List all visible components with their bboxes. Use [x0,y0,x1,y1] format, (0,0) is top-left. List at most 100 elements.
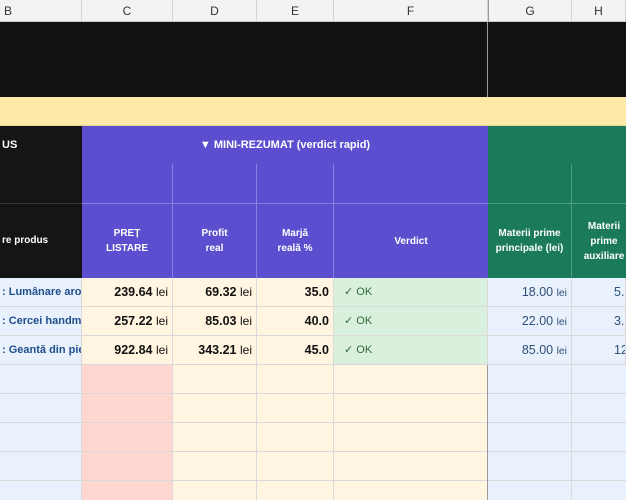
materii-value: 18.00 [521,285,554,299]
verdict-ok: ✓ OK [344,315,373,327]
blank-purple-cell[interactable] [82,164,173,204]
frozen-pane-divider [487,365,488,500]
section-label-cell[interactable]: US [0,126,82,164]
profit-cell[interactable]: 69.32 lei [173,278,257,307]
header-marja-reala[interactable]: Marjă reală % [257,204,334,278]
currency-label: lei [556,317,567,328]
margin-cell[interactable]: 35.0 [257,278,334,307]
currency-label: lei [155,285,168,299]
header-product-label: re produs [2,235,49,246]
product-name: : Lumânare aror [2,286,82,298]
header-verdict[interactable]: Verdict [334,204,488,278]
margin-value: 40.0 [304,314,329,328]
mini-rezumat-label: ▼ MINI-REZUMAT (verdict rapid) [199,139,371,151]
materii-cell[interactable]: 22.00 lei [488,307,572,336]
header-profit-real[interactable]: Profit real [173,204,257,278]
header-profit-real-label: Profit real [201,228,228,254]
mini-rezumat-header[interactable]: ▼ MINI-REZUMAT (verdict rapid) [82,126,488,164]
empty-rows-area[interactable] [0,365,626,500]
price-value: 239.64 [114,285,153,299]
title-band [0,22,626,97]
price-cell[interactable]: 257.22 lei [82,307,173,336]
grid-line [81,365,82,500]
blank-green-cell[interactable] [572,164,626,204]
currency-label: lei [556,346,567,357]
column-header-d[interactable]: D [173,0,257,22]
profit-value: 343.21 [198,343,237,357]
currency-label: lei [239,343,252,357]
verdict-cell[interactable]: ✓ OK [334,336,488,365]
header-materii-principale-label: Materii prime principale (lei) [495,228,564,254]
verdict-cell[interactable]: ✓ OK [334,278,488,307]
margin-cell[interactable]: 40.0 [257,307,334,336]
grid-line [172,365,173,500]
subtitle-band [0,97,626,126]
blank-dark-cell[interactable] [0,164,82,204]
green-section-header[interactable] [488,126,626,164]
column-header-label: E [290,3,299,18]
aux-cell[interactable]: 5. [572,278,626,307]
column-header-label: G [525,3,535,18]
column-header-label: D [210,3,219,18]
column-header-label: F [406,3,415,18]
header-materii-prime-auxiliare[interactable]: Materii prime auxiliare [572,204,626,278]
aux-value: 3. [614,314,625,328]
section-label: US [2,139,18,151]
column-header-c[interactable]: C [82,0,173,22]
column-header-g[interactable]: G [488,0,572,22]
table-row-product[interactable]: : Cercei handma [0,307,82,336]
blank-green-cell[interactable] [488,164,572,204]
currency-label: lei [556,288,567,299]
margin-value: 45.0 [304,343,329,357]
verdict-cell[interactable]: ✓ OK [334,307,488,336]
price-value: 922.84 [114,343,153,357]
blank-purple-cell[interactable] [334,164,488,204]
product-name: : Geantă din pie [2,344,82,356]
header-verdict-label: Verdict [394,235,428,247]
column-header-b[interactable]: B [0,0,82,22]
aux-cell[interactable]: 3. [572,307,626,336]
verdict-ok: ✓ OK [344,286,373,298]
table-row-product[interactable]: : Lumânare aror [0,278,82,307]
blank-purple-cell[interactable] [257,164,334,204]
materii-cell[interactable]: 85.00 lei [488,336,572,365]
blank-purple-cell[interactable] [173,164,257,204]
aux-cell[interactable]: 12. [572,336,626,365]
header-pret-listare[interactable]: PREȚ LISTARE [82,204,173,278]
price-cell[interactable]: 922.84 lei [82,336,173,365]
profit-value: 69.32 [205,285,237,299]
currency-label: lei [155,343,168,357]
aux-value: 12. [614,343,625,357]
materii-value: 22.00 [521,314,554,328]
column-header-f[interactable]: F [334,0,488,22]
header-materii-auxiliare-label: Materii prime auxiliare [583,220,625,262]
margin-cell[interactable]: 45.0 [257,336,334,365]
grid-line [256,365,257,500]
verdict-ok: ✓ OK [344,344,373,356]
profit-cell[interactable]: 343.21 lei [173,336,257,365]
margin-value: 35.0 [304,285,329,299]
price-cell[interactable]: 239.64 lei [82,278,173,307]
materii-value: 85.00 [521,343,554,357]
grid-line [333,365,334,500]
grid-line [571,365,572,500]
price-value: 257.22 [114,314,153,328]
table-row-product[interactable]: : Geantă din pie [0,336,82,365]
product-name: : Cercei handma [2,315,82,327]
profit-cell[interactable]: 85.03 lei [173,307,257,336]
header-marja-reala-label: Marjă reală % [277,228,313,254]
column-header-h[interactable]: H [572,0,626,22]
column-header-label: B [4,3,13,18]
column-header-label: C [122,3,132,18]
profit-value: 85.03 [205,314,237,328]
column-header-e[interactable]: E [257,0,334,22]
materii-cell[interactable]: 18.00 lei [488,278,572,307]
aux-value: 5. [614,285,625,299]
column-header-label: H [594,3,603,18]
currency-label: lei [239,314,252,328]
header-product[interactable]: re produs [0,204,82,278]
header-materii-prime-principale[interactable]: Materii prime principale (lei) [488,204,572,278]
header-pret-listare-label: PREȚ LISTARE [105,228,149,254]
currency-label: lei [239,285,252,299]
currency-label: lei [155,314,168,328]
